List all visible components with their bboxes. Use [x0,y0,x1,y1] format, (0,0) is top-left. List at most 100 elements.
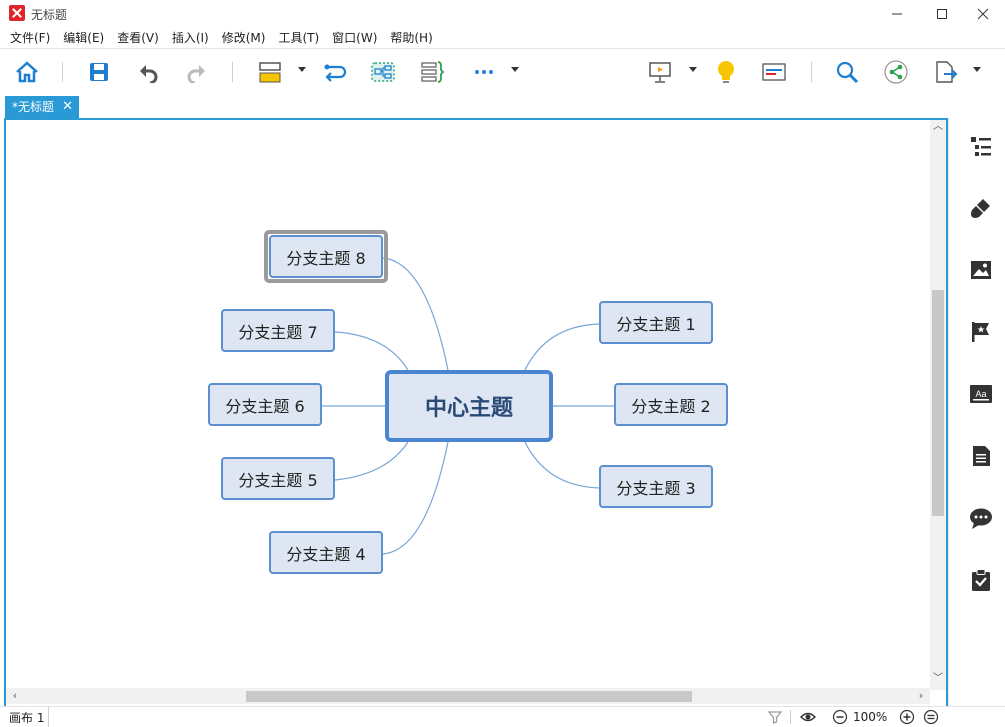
relationship-button[interactable] [321,58,349,86]
scroll-right-icon[interactable]: › [914,688,928,704]
relationship-icon [324,64,347,82]
sheet-tab[interactable]: 画布 1 [9,709,44,726]
topic-icon [259,62,281,83]
presentation-dropdown-caret[interactable] [689,67,697,72]
share-icon [884,60,908,84]
sheet-tab-area [48,707,788,727]
export-button[interactable] [931,58,959,86]
vertical-scrollbar[interactable]: ︿ ﹀ [930,120,946,690]
export-icon [936,61,958,83]
window-title: 无标题 [31,8,68,22]
branch-topic-6[interactable]: 分支主题 6 [208,383,322,426]
horizontal-scrollbar[interactable]: ‹ › [6,688,930,704]
menu-view[interactable]: 查看(V) [113,28,163,48]
undo-button[interactable] [135,58,161,86]
menu-insert[interactable]: 插入(I) [168,28,213,48]
redo-button[interactable] [184,58,210,86]
share-button[interactable] [882,58,910,86]
save-icon [90,63,108,81]
vertical-scroll-thumb[interactable] [932,290,944,516]
branch-topic-7[interactable]: 分支主题 7 [221,309,335,352]
menu-file[interactable]: 文件(F) [6,28,54,48]
undo-icon [140,65,158,83]
branch-topic-8[interactable]: 分支主题 8 [269,235,383,278]
svg-text:Aa: Aa [975,389,986,399]
branch-topic-1[interactable]: 分支主题 1 [599,301,713,344]
scroll-down-icon[interactable]: ﹀ [930,672,946,686]
save-button[interactable] [86,58,112,86]
title-bar: 无标题 [0,0,1005,28]
topic-dropdown-caret[interactable] [298,67,306,72]
filter-icon[interactable] [767,709,783,725]
presentation-button[interactable] [646,58,674,86]
export-dropdown-caret[interactable] [973,67,981,72]
minimize-button[interactable] [874,0,920,28]
idea-icon [718,61,734,83]
redo-icon [187,65,205,83]
summary-icon [421,61,445,83]
more-dropdown-caret[interactable] [511,67,519,72]
fit-map-icon[interactable] [923,709,939,725]
boundary-button[interactable] [369,58,397,86]
menu-help[interactable]: 帮助(H) [386,28,436,48]
home-icon [16,61,38,83]
image-icon[interactable] [969,258,993,282]
search-icon [836,61,859,84]
task-clipboard-icon[interactable] [969,568,993,592]
search-button[interactable] [833,58,861,86]
connector-line [334,331,409,371]
close-tab-icon[interactable]: ✕ [62,96,73,118]
outline-icon[interactable] [969,134,993,158]
toolbar-separator [811,62,812,82]
home-button[interactable] [13,58,41,86]
connector-line [382,257,449,371]
maximize-button[interactable] [919,0,965,28]
document-tabstrip: *无标题 ✕ [0,95,948,118]
menu-window[interactable]: 窗口(W) [328,28,381,48]
branch-topic-5[interactable]: 分支主题 5 [221,457,335,500]
marker-flag-icon[interactable] [969,320,993,344]
horizontal-scroll-thumb[interactable] [246,691,692,702]
menu-tools[interactable]: 工具(T) [274,28,323,48]
more-icon [475,70,493,74]
menu-bar: 文件(F) 编辑(E) 查看(V) 插入(I) 修改(M) 工具(T) 窗口(W… [0,28,1005,49]
document-tab[interactable]: *无标题 ✕ [5,96,79,118]
branch-topic-2[interactable]: 分支主题 2 [614,383,728,426]
right-sidebar: Aa [948,118,1005,706]
more-button[interactable] [470,58,498,86]
eye-icon[interactable] [800,709,816,725]
gantt-button[interactable] [760,58,788,86]
scroll-left-icon[interactable]: ‹ [8,688,22,704]
summary-button[interactable] [418,58,446,86]
toolbar [0,50,1005,95]
zoom-level: 100% [853,710,888,724]
zoom-in-icon[interactable] [899,709,915,725]
status-separator [790,710,791,724]
maximize-icon [937,9,947,19]
gantt-icon [762,63,786,81]
comments-icon[interactable] [969,506,993,530]
branch-topic-3[interactable]: 分支主题 3 [599,465,713,508]
menu-modify[interactable]: 修改(M) [218,28,270,48]
insert-topic-button[interactable] [256,58,284,86]
menu-edit[interactable]: 编辑(E) [59,28,108,48]
boundary-icon [371,62,395,82]
branch-topic-4[interactable]: 分支主题 4 [269,531,383,574]
text-style-icon[interactable]: Aa [969,382,993,406]
presentation-icon [649,62,671,83]
connector-line [523,439,602,489]
document-tab-label: *无标题 [12,100,55,114]
central-topic[interactable]: 中心主题 [385,370,553,442]
status-bar: 画布 1 100% [0,706,1005,727]
zoom-out-icon[interactable] [832,709,848,725]
scroll-up-icon[interactable]: ︿ [930,120,946,134]
idea-button[interactable] [712,58,740,86]
notes-icon[interactable] [969,444,993,468]
toolbar-separator [62,62,63,82]
mindmap-canvas[interactable]: 中心主题 分支主题 1 分支主题 2 分支主题 3 分支主题 4 分支主题 5 … [4,118,948,706]
close-window-button[interactable] [960,0,1005,28]
toolbar-separator [232,62,233,82]
minimize-icon [892,13,902,15]
format-brush-icon[interactable] [969,196,993,220]
connector-line [334,441,409,481]
